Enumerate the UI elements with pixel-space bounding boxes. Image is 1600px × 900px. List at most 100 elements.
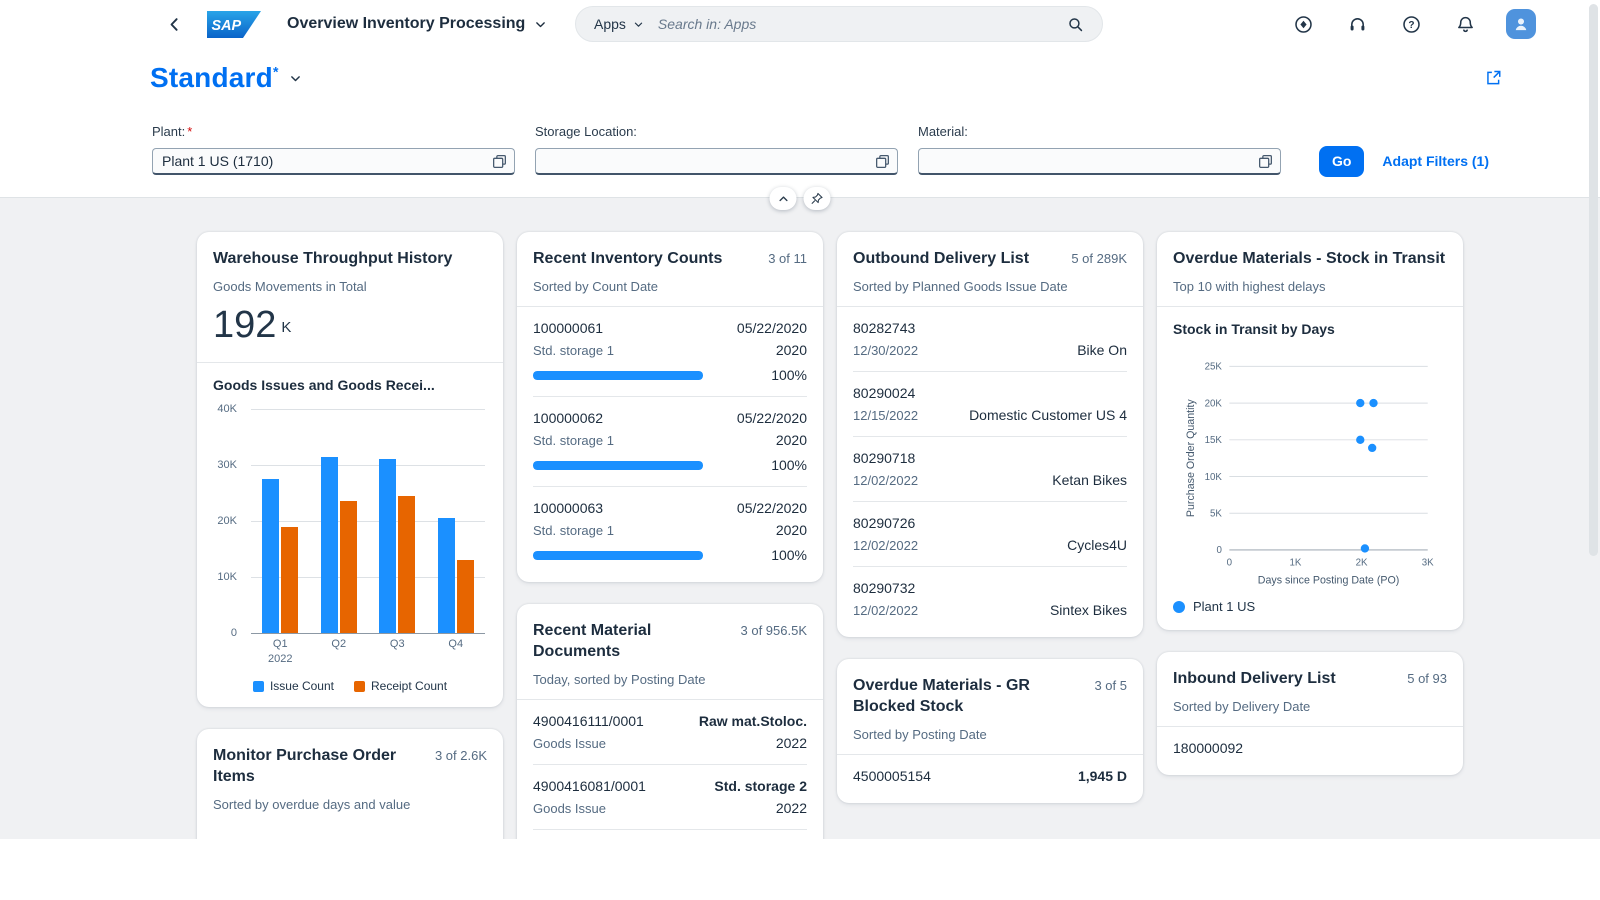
card-overdue-stock-in-transit[interactable]: Overdue Materials - Stock in Transit Top… xyxy=(1157,232,1463,630)
sap-logo[interactable]: SAP xyxy=(207,11,261,38)
search-button[interactable] xyxy=(1063,12,1088,37)
throughput-legend: Issue CountReceipt Count xyxy=(213,679,487,693)
count-date: 05/22/2020 xyxy=(737,500,807,516)
document-year: 2022 xyxy=(776,800,807,816)
card-title: Recent Material Documents xyxy=(533,620,731,662)
card-monitor-purchase-order-items[interactable]: Monitor Purchase Order Items 3 of 2.6K S… xyxy=(197,729,503,839)
person-icon xyxy=(1512,15,1530,33)
material-document-item[interactable]: 4900416111/0001 Raw mat.Stoloc. Goods Is… xyxy=(533,700,807,764)
plant-input[interactable] xyxy=(152,148,515,175)
shell-actions: ? xyxy=(1290,0,1536,48)
plant-label: Plant:* xyxy=(152,124,515,139)
pin-header-button[interactable] xyxy=(804,187,831,210)
support-button[interactable] xyxy=(1344,11,1371,38)
help-button[interactable]: ? xyxy=(1398,11,1425,38)
delivery-id: 180000092 xyxy=(1173,740,1243,756)
y-tick-label: 0 xyxy=(231,627,237,639)
app-title-menu[interactable]: Overview Inventory Processing xyxy=(287,15,547,33)
bell-icon xyxy=(1456,15,1475,34)
y-tick-label: 30K xyxy=(217,459,237,471)
collapse-header-button[interactable] xyxy=(770,187,797,210)
inventory-count-item[interactable]: 100000062 05/22/2020 Std. storage 1 2020… xyxy=(533,396,807,486)
card-subtitle: Sorted by Count Date xyxy=(533,279,807,294)
storage-location-input[interactable] xyxy=(535,148,898,175)
inventory-count-item[interactable]: 100000061 05/22/2020 Std. storage 1 2020… xyxy=(533,307,807,396)
inventory-count-item[interactable]: 100000063 05/22/2020 Std. storage 1 2020… xyxy=(533,486,807,576)
back-button[interactable] xyxy=(162,12,187,37)
app-title: Overview Inventory Processing xyxy=(287,15,525,33)
bar-issue-count xyxy=(321,457,338,633)
variant-row: Standard* xyxy=(0,48,1600,108)
search-scope-label: Apps xyxy=(594,16,626,32)
inbound-delivery-item[interactable]: 180000092 xyxy=(1173,727,1447,769)
chevron-down-icon[interactable] xyxy=(289,72,302,85)
x-tick-label: Q2 xyxy=(310,631,369,667)
scatter-point xyxy=(1369,399,1377,407)
outbound-delivery-item[interactable]: 80282743 12/30/2022 Bike On xyxy=(853,307,1127,371)
value-help-icon[interactable] xyxy=(1257,153,1274,170)
gr-blocked-item[interactable]: 4500005154 1,945 D xyxy=(853,755,1127,797)
outbound-delivery-item[interactable]: 80290732 12/02/2022 Sintex Bikes xyxy=(853,566,1127,631)
card-overdue-gr-blocked-stock[interactable]: Overdue Materials - GR Blocked Stock 3 o… xyxy=(837,659,1143,803)
delivery-customer: Cycles4U xyxy=(1067,537,1127,553)
shell-search-bar[interactable]: Apps xyxy=(575,6,1103,42)
page-header: Standard* Plant:* Storage Location: xyxy=(0,48,1600,198)
filter-actions: Go Adapt Filters (1) xyxy=(1319,147,1489,175)
scatter-legend: Plant 1 US xyxy=(1157,593,1463,630)
headset-icon xyxy=(1348,15,1367,34)
material-input[interactable] xyxy=(918,148,1281,175)
required-marker: * xyxy=(187,124,192,139)
card-subtitle: Goods Movements in Total xyxy=(213,279,487,294)
bar-chart-y-axis: 40K30K20K10K0 xyxy=(213,409,245,633)
vertical-scrollbar[interactable] xyxy=(1587,0,1600,900)
delivery-date: 12/30/2022 xyxy=(853,343,918,358)
outbound-delivery-item[interactable]: 80290718 12/02/2022 Ketan Bikes xyxy=(853,436,1127,501)
delivery-date: 12/15/2022 xyxy=(853,408,918,423)
legend-swatch xyxy=(253,681,264,692)
search-input[interactable] xyxy=(658,16,1063,32)
count-location: Std. storage 1 xyxy=(533,343,614,358)
bar-group xyxy=(310,409,369,633)
filter-plant: Plant:* xyxy=(152,124,515,175)
card-recent-inventory-counts[interactable]: Recent Inventory Counts 3 of 11 Sorted b… xyxy=(517,232,823,582)
outbound-delivery-item[interactable]: 80290726 12/02/2022 Cycles4U xyxy=(853,501,1127,566)
variant-title[interactable]: Standard* xyxy=(150,62,279,94)
chevron-up-icon xyxy=(777,193,789,205)
delivery-date: 12/02/2022 xyxy=(853,473,918,488)
x-tick-label: 0 xyxy=(1227,558,1233,569)
go-button[interactable]: Go xyxy=(1319,146,1364,177)
scrollbar-thumb[interactable] xyxy=(1589,4,1598,556)
count-progress-bar xyxy=(533,551,703,560)
document-location: Raw mat.Stoloc. xyxy=(699,713,807,729)
card-warehouse-throughput[interactable]: Warehouse Throughput History Goods Movem… xyxy=(197,232,503,707)
header-collapse-controls xyxy=(770,187,831,210)
card-recent-material-documents[interactable]: Recent Material Documents 3 of 956.5K To… xyxy=(517,604,823,839)
storage-location-label: Storage Location: xyxy=(535,124,898,139)
scatter-point xyxy=(1356,399,1364,407)
adapt-filters-link[interactable]: Adapt Filters (1) xyxy=(1382,153,1489,169)
value-help-icon[interactable] xyxy=(874,153,891,170)
share-button[interactable] xyxy=(1480,65,1506,91)
scatter-point xyxy=(1356,436,1364,444)
card-column-1: Warehouse Throughput History Goods Movem… xyxy=(197,232,503,839)
y-tick-label: 5K xyxy=(1210,509,1222,520)
card-title: Warehouse Throughput History xyxy=(213,248,452,269)
material-document-item[interactable] xyxy=(533,829,807,839)
value-help-icon[interactable] xyxy=(491,153,508,170)
svg-text:?: ? xyxy=(1408,20,1414,31)
delivery-date: 12/02/2022 xyxy=(853,538,918,553)
search-scope-select[interactable]: Apps xyxy=(594,16,658,32)
outbound-delivery-item[interactable]: 80290024 12/15/2022 Domestic Customer US… xyxy=(853,371,1127,436)
delivery-customer: Sintex Bikes xyxy=(1050,602,1127,618)
notifications-button[interactable] xyxy=(1452,11,1479,38)
bar-chart-title: Goods Issues and Goods Recei... xyxy=(213,377,487,393)
card-inbound-delivery-list[interactable]: Inbound Delivery List 5 of 93 Sorted by … xyxy=(1157,652,1463,775)
delivery-customer: Ketan Bikes xyxy=(1052,472,1127,488)
user-avatar[interactable] xyxy=(1506,9,1536,39)
count-progress-bar xyxy=(533,461,703,470)
material-document-item[interactable]: 4900416081/0001 Std. storage 2 Goods Iss… xyxy=(533,764,807,829)
card-outbound-delivery-list[interactable]: Outbound Delivery List 5 of 289K Sorted … xyxy=(837,232,1143,637)
bar-chart-plot xyxy=(251,409,485,633)
count-date: 05/22/2020 xyxy=(737,320,807,336)
assistant-button[interactable] xyxy=(1290,11,1317,38)
